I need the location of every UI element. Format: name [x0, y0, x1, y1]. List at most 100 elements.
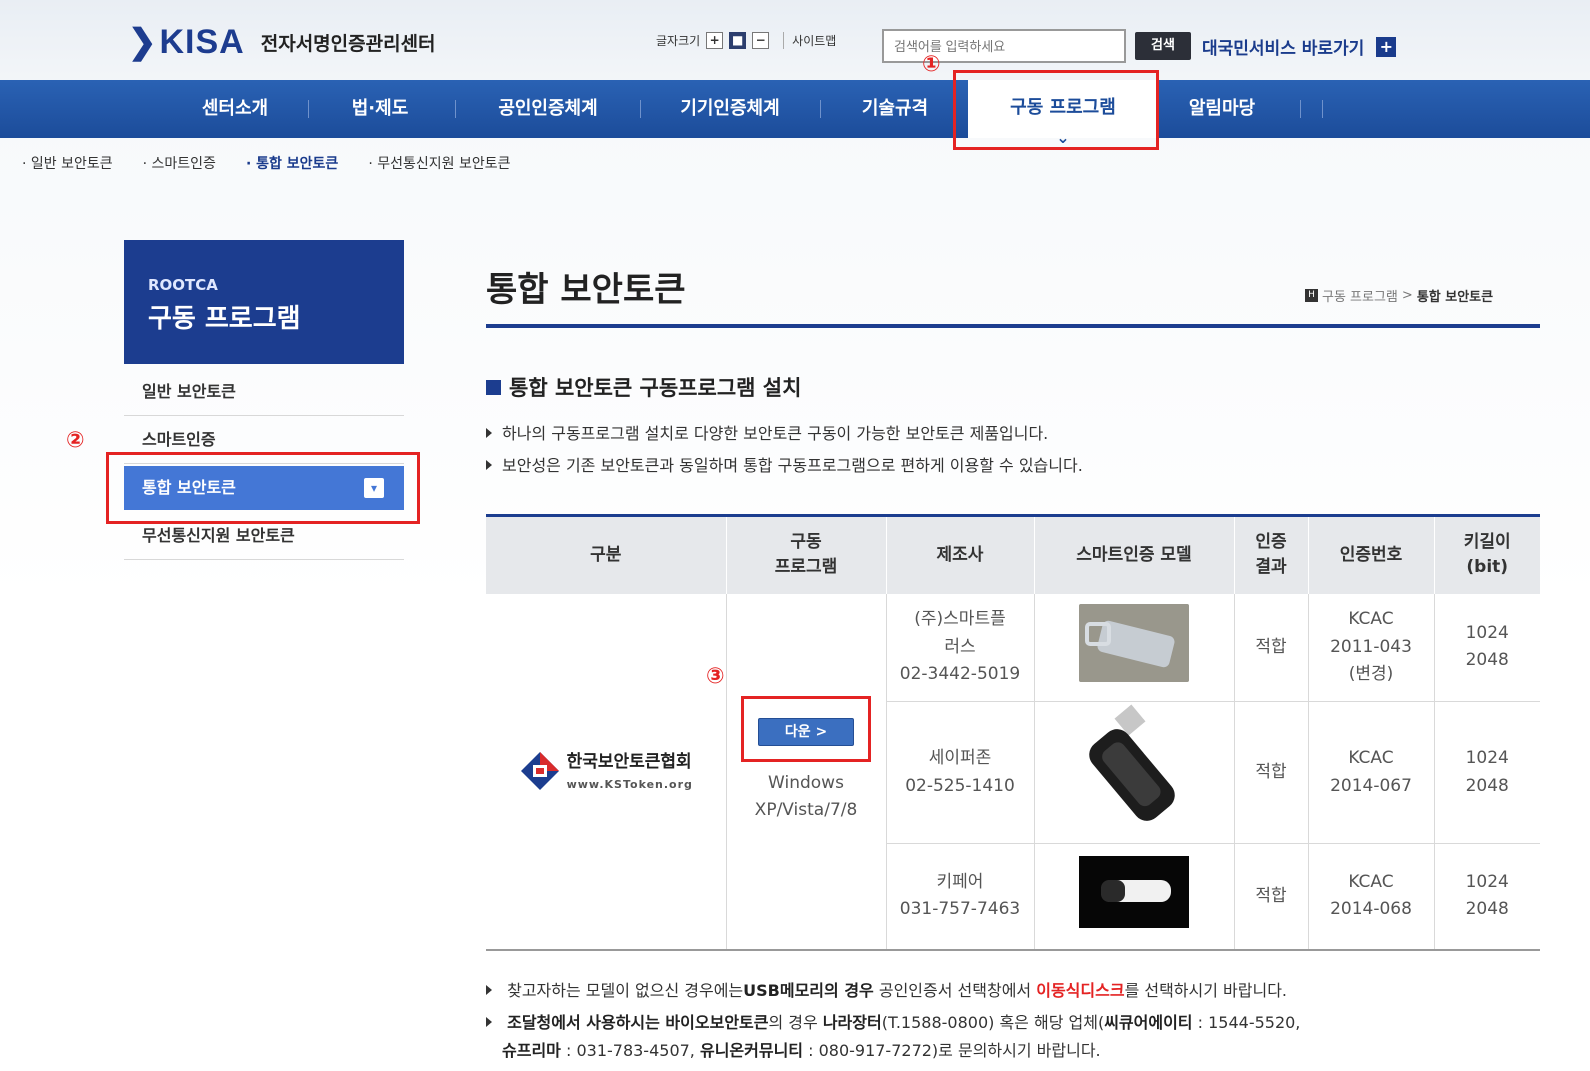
maker-cell: 키페어 031-757-7463	[886, 843, 1035, 950]
model-cell	[1034, 843, 1235, 950]
key-cell: 1024 2048	[1434, 593, 1540, 702]
breadcrumb-parent[interactable]: 구동 프로그램	[1322, 286, 1398, 305]
key-cell: 1024 2048	[1434, 843, 1540, 950]
main-navigation: 센터소개 법·제도 공인인증체계 기기인증체계 기술규격 구동 프로그램 ⌄ 알…	[0, 80, 1590, 147]
sitemap-link[interactable]: 사이트맵	[783, 32, 836, 49]
font-size-label: 글자크기	[656, 34, 701, 48]
result-cell: 적합	[1234, 593, 1309, 702]
note3-text: : 031-783-4507,	[560, 1041, 700, 1060]
key-cell: 1024 2048	[1434, 701, 1540, 844]
note3-text2: : 080-917-7272)로 문의하시기 바랍니다.	[803, 1041, 1101, 1060]
gnb-item-tech-spec[interactable]: 기술규격	[840, 80, 950, 138]
gnb-item-pki[interactable]: 공인인증체계	[478, 80, 618, 138]
plus-icon: +	[1376, 36, 1397, 57]
breadcrumb: H 구동 프로그램 > 통합 보안토큰	[1305, 286, 1493, 305]
note1-text: 찾고자하는 모델이 없으신 경우에는	[507, 981, 744, 1000]
col-model: 스마트인증 모델	[1034, 515, 1235, 594]
side-menu-subtitle: ROOTCA	[148, 276, 218, 294]
font-decrease-button[interactable]: −	[752, 32, 770, 49]
maker-cell: (주)스마트플 러스 02-3442-5019	[886, 593, 1035, 702]
note-bio-token: 조달청에서 사용하시는 바이오보안토큰의 경우 나라장터(T.1588-0800…	[486, 1010, 1300, 1036]
note-usb-memory: 찾고자하는 모델이 없으신 경우에는USB메모리의 경우 공인인증서 선택창에서…	[486, 978, 1287, 1004]
search-button[interactable]: 검색	[1135, 32, 1191, 60]
note2-text: 의 경우	[768, 1013, 823, 1032]
gnb-item-center[interactable]: 센터소개	[180, 80, 290, 138]
note3-bold: 슈프리마	[502, 1041, 561, 1060]
annotation-box-2	[106, 452, 420, 524]
association-logo[interactable]: 한국보안토큰협회 www.KSToken.org	[486, 749, 726, 794]
cert-cell: KCAC 2014-067	[1308, 701, 1435, 844]
col-cert-number: 인증번호	[1308, 515, 1435, 594]
center-name: 전자서명인증관리센터	[260, 32, 436, 55]
usb-token-image	[1079, 702, 1189, 833]
association-name: 한국보안토큰협회	[566, 751, 692, 772]
annotation-box-1	[953, 70, 1159, 150]
description-bullet-2: 보안성은 기존 보안토큰과 동일하며 통합 구동프로그램으로 편하게 이용할 수…	[486, 452, 1083, 476]
maker-cell: 세이퍼존 02-525-1410	[886, 701, 1035, 844]
result-cell: 적합	[1234, 701, 1309, 844]
driver-cell: 다운 > Windows XP/Vista/7/8	[726, 593, 887, 950]
kisa-logo[interactable]: ❯KISA 전자서명인증관리센터	[128, 22, 436, 62]
note2-text2: (T.1588-0800) 혹은 해당 업체(	[881, 1013, 1105, 1032]
note2-bold2: 나라장터	[822, 1013, 882, 1032]
note1-bold: USB메모리의 경우	[743, 981, 874, 1000]
side-menu-title: 구동 프로그램	[148, 304, 301, 334]
breadcrumb-current: 통합 보안토큰	[1416, 290, 1494, 305]
title-divider	[486, 324, 1540, 328]
note3-bold2: 유니온커뮤니티	[699, 1041, 804, 1060]
section-title: 통합 보안토큰 구동프로그램 설치	[486, 372, 801, 402]
os-support: Windows XP/Vista/7/8	[754, 772, 858, 820]
logo-chevron-icon: ❯	[128, 23, 158, 61]
annotation-number-1: ①	[922, 52, 941, 77]
search-input[interactable]	[882, 29, 1126, 63]
model-cell	[1034, 701, 1235, 844]
gnb-item-notice[interactable]: 알림마당	[1172, 80, 1272, 138]
page-title: 통합 보안토큰	[486, 270, 686, 310]
subnav-wireless-token[interactable]: · 무선통신지원 보안토큰	[368, 153, 510, 173]
usb-token-image	[1079, 603, 1189, 682]
side-item-general-token[interactable]: 일반 보안토큰	[124, 368, 404, 416]
col-maker: 제조사	[886, 515, 1035, 594]
section-title-text: 통합 보안토큰 구동프로그램 설치	[509, 376, 802, 400]
usb-token-image	[1079, 855, 1189, 928]
font-increase-button[interactable]: +	[706, 32, 724, 49]
gnb-item-law[interactable]: 법·제도	[325, 80, 435, 138]
note1-text3: 를 선택하시기 바랍니다.	[1124, 981, 1288, 1000]
col-key-length: 키길이 (bit)	[1434, 515, 1540, 594]
subnav-smart-cert[interactable]: · 스마트인증	[143, 153, 216, 173]
result-cell: 적합	[1234, 843, 1309, 950]
gov-service-link[interactable]: 대국민서비스 바로가기 +	[1202, 34, 1397, 59]
section-square-icon	[486, 379, 501, 395]
annotation-number-2: ②	[66, 428, 85, 453]
home-icon[interactable]: H	[1305, 289, 1318, 302]
table-row: 한국보안토큰협회 www.KSToken.org 다운 > Windows XP…	[486, 593, 1540, 950]
cert-cell: KCAC 2011-043 (변경)	[1308, 593, 1435, 702]
col-result: 인증 결과	[1234, 515, 1309, 594]
font-reset-button[interactable]: ■	[729, 32, 747, 49]
kstoken-logo-icon	[520, 752, 559, 790]
col-category: 구분	[486, 515, 727, 594]
association-url: www.KSToken.org	[566, 777, 693, 791]
note-contacts: 슈프리마 : 031-783-4507, 유니온커뮤니티 : 080-917-7…	[502, 1038, 1101, 1064]
association-cell: 한국보안토큰협회 www.KSToken.org	[486, 593, 727, 950]
table-header-row: 구분 구동 프로그램 제조사 스마트인증 모델 인증 결과 인증번호 키길이 (…	[486, 515, 1540, 594]
side-menu-header: ROOTCA 구동 프로그램	[124, 240, 404, 364]
gov-service-label: 대국민서비스 바로가기	[1202, 39, 1365, 59]
note2-text3: : 1544-5520,	[1192, 1013, 1301, 1032]
breadcrumb-separator: >	[1401, 288, 1413, 303]
note1-highlight: 이동식디스크	[1036, 981, 1125, 1000]
model-cell	[1034, 593, 1235, 702]
logo-mark: ❯KISA	[128, 23, 245, 61]
cert-cell: KCAC 2014-068	[1308, 843, 1435, 950]
description-bullet-1: 하나의 구동프로그램 설치로 다양한 보안토큰 구동이 가능한 보안토큰 제품입…	[486, 420, 1048, 444]
gnb-item-device-cert[interactable]: 기기인증체계	[660, 80, 800, 138]
note2-bold3: 씨큐어에이티	[1104, 1013, 1193, 1032]
subnav-general-token[interactable]: · 일반 보안토큰	[22, 153, 113, 173]
note1-text2: 공인인증서 선택창에서	[873, 981, 1037, 1000]
sub-navigation: · 일반 보안토큰 · 스마트인증 · 통합 보안토큰 · 무선통신지원 보안토…	[22, 153, 510, 173]
utility-bar: 글자크기 + ■ − 사이트맵	[656, 32, 836, 49]
col-driver: 구동 프로그램	[726, 515, 887, 594]
subnav-integrated-token[interactable]: · 통합 보안토큰	[246, 153, 338, 173]
download-button[interactable]: 다운 >	[758, 717, 854, 746]
note2-bold: 조달청에서 사용하시는 바이오보안토큰	[507, 1013, 769, 1032]
